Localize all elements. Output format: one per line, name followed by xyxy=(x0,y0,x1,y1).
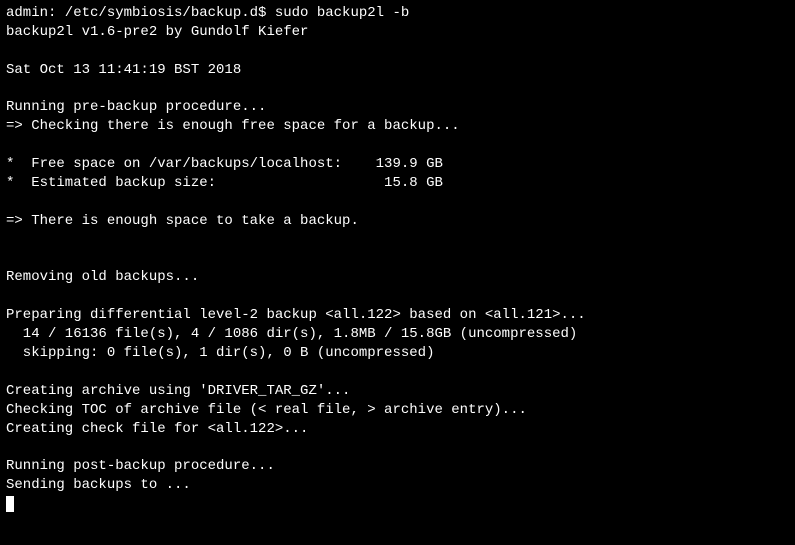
cursor-icon xyxy=(6,496,14,512)
check-space-line: => Checking there is enough free space f… xyxy=(6,117,789,136)
prompt-line[interactable]: admin: /etc/symbiosis/backup.d$ sudo bac… xyxy=(6,4,789,23)
removing-line: Removing old backups... xyxy=(6,268,789,287)
blank-line xyxy=(6,287,789,306)
blank-line xyxy=(6,438,789,457)
cursor-line[interactable] xyxy=(6,495,789,514)
creating-check-line: Creating check file for <all.122>... xyxy=(6,420,789,439)
est-size-line: * Estimated backup size: 15.8 GB xyxy=(6,174,789,193)
blank-line xyxy=(6,193,789,212)
creating-archive-line: Creating archive using 'DRIVER_TAR_GZ'..… xyxy=(6,382,789,401)
checking-toc-line: Checking TOC of archive file (< real fil… xyxy=(6,401,789,420)
blank-line xyxy=(6,363,789,382)
post-proc-line: Running post-backup procedure... xyxy=(6,457,789,476)
version-line: backup2l v1.6-pre2 by Gundolf Kiefer xyxy=(6,23,789,42)
pre-proc-line: Running pre-backup procedure... xyxy=(6,98,789,117)
preparing-line: Preparing differential level-2 backup <a… xyxy=(6,306,789,325)
enough-space-line: => There is enough space to take a backu… xyxy=(6,212,789,231)
blank-line xyxy=(6,136,789,155)
timestamp-line: Sat Oct 13 11:41:19 BST 2018 xyxy=(6,61,789,80)
free-space-line: * Free space on /var/backups/localhost: … xyxy=(6,155,789,174)
stats1-line: 14 / 16136 file(s), 4 / 1086 dir(s), 1.8… xyxy=(6,325,789,344)
blank-line xyxy=(6,80,789,99)
stats2-line: skipping: 0 file(s), 1 dir(s), 0 B (unco… xyxy=(6,344,789,363)
blank-line xyxy=(6,231,789,250)
blank-line xyxy=(6,42,789,61)
sending-line: Sending backups to ... xyxy=(6,476,789,495)
blank-line xyxy=(6,250,789,269)
